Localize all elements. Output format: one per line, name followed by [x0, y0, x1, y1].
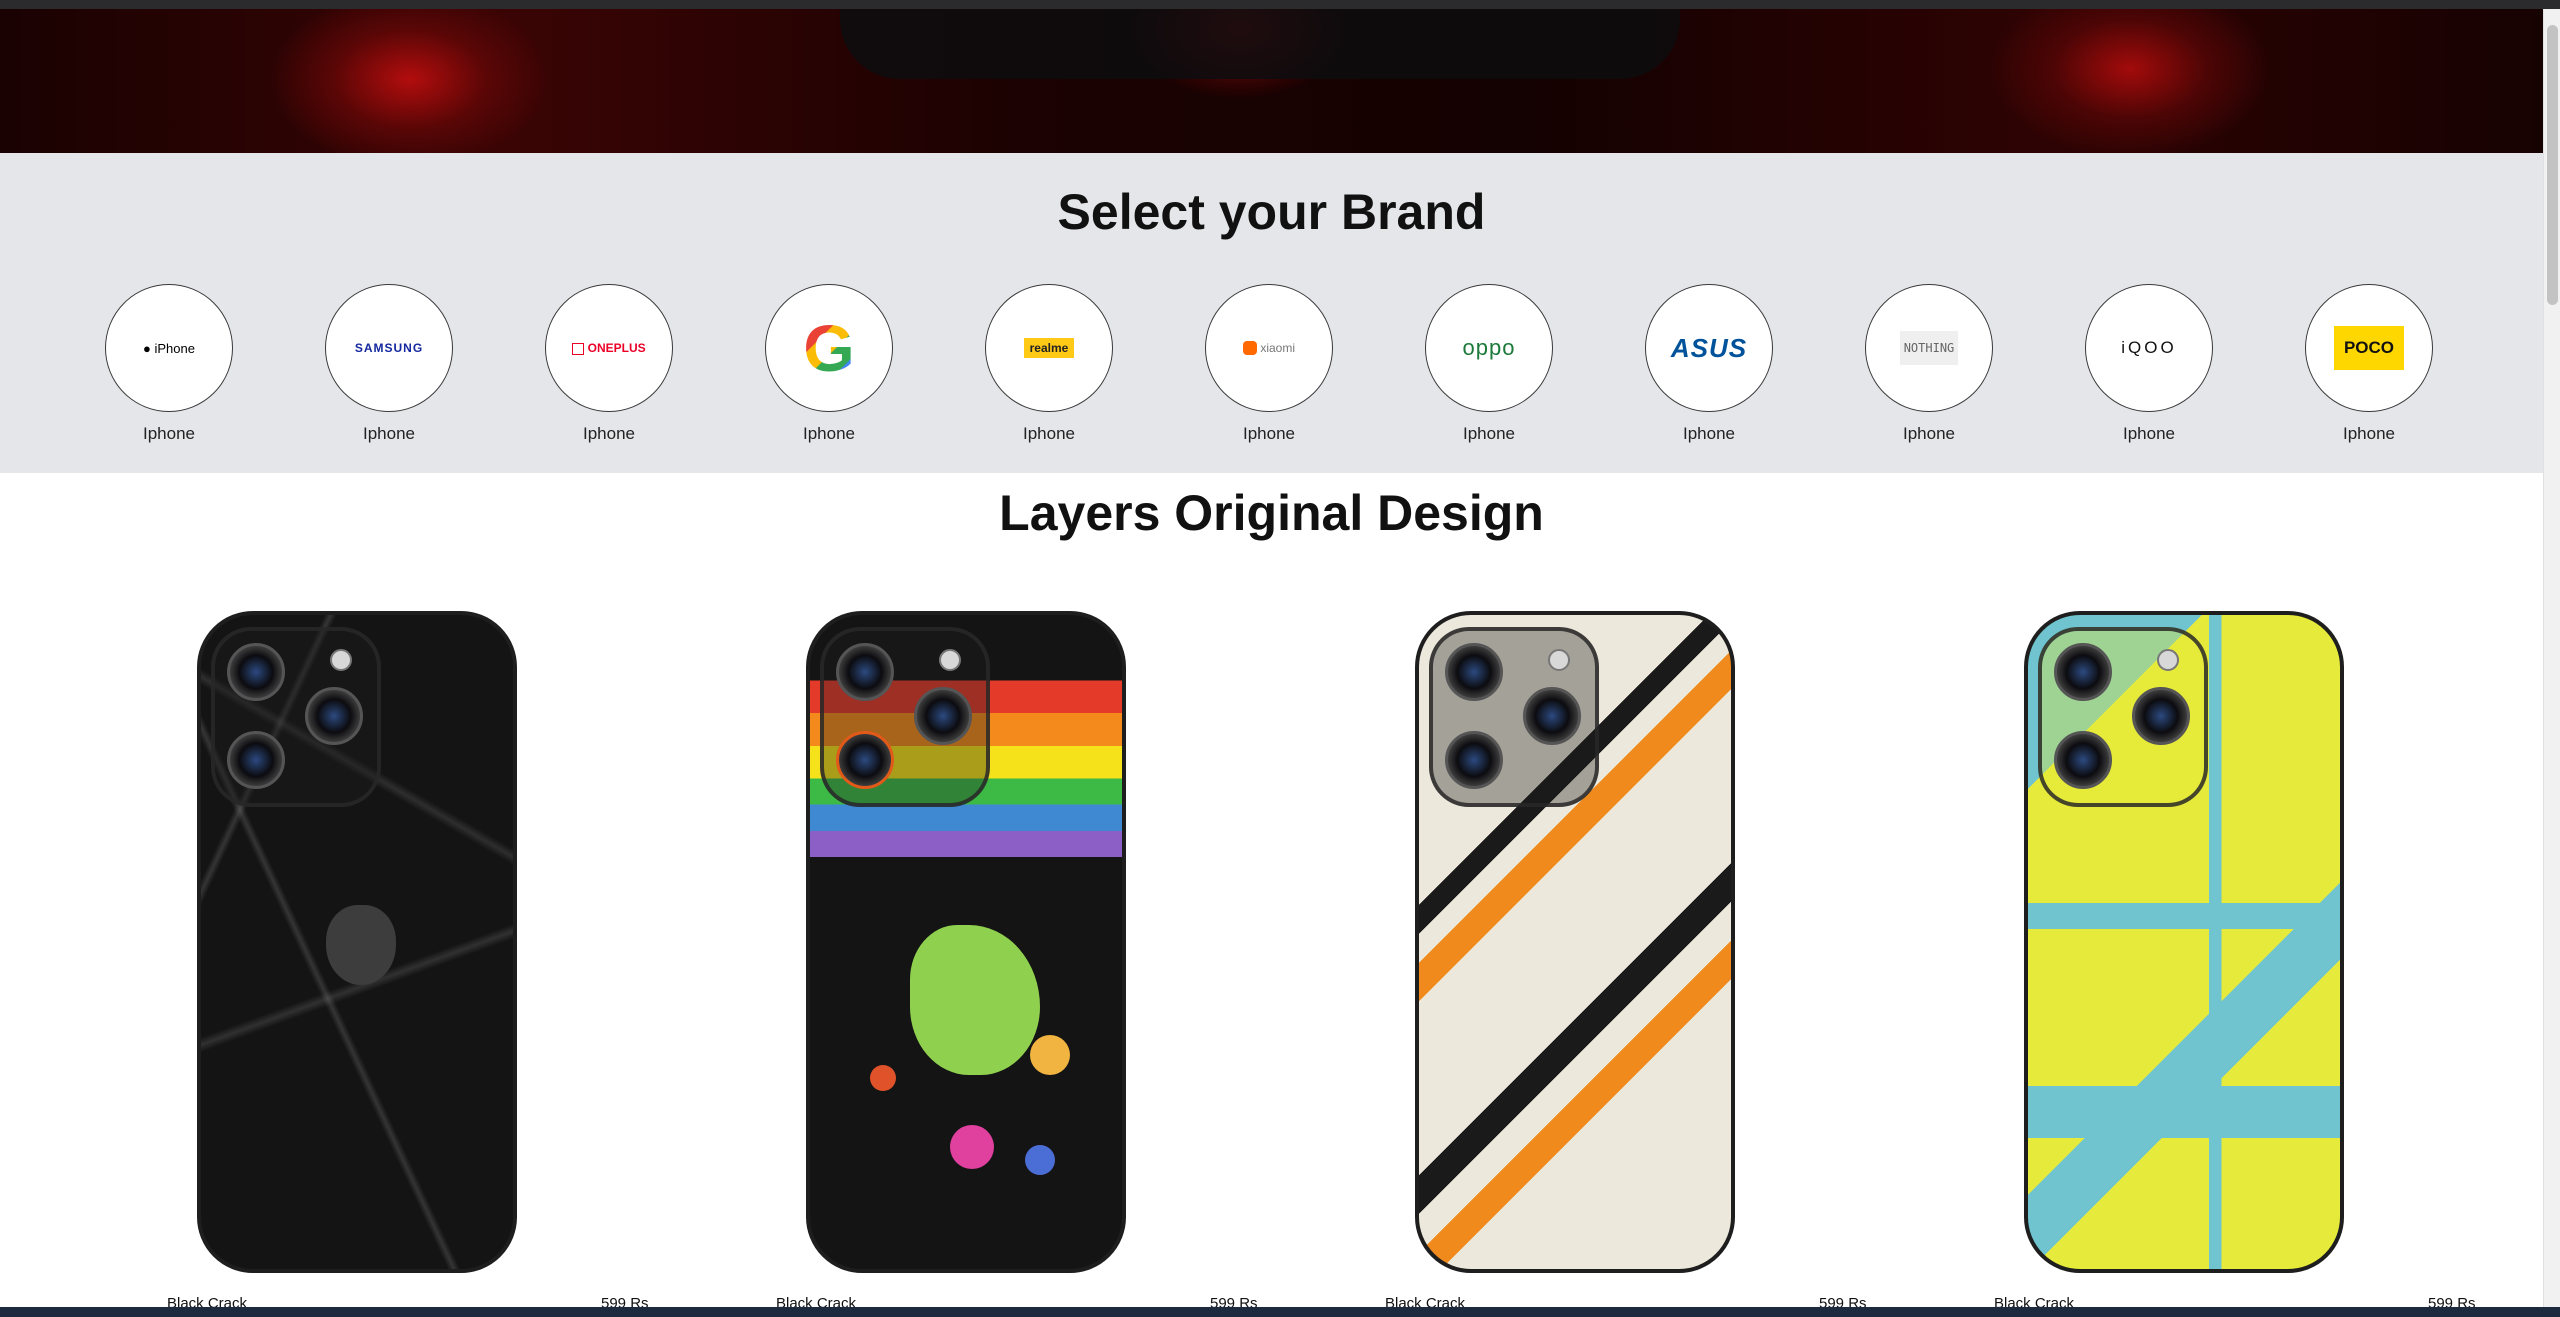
product-card-3[interactable]: Black Crack 599 Rs — [1385, 607, 1867, 1312]
brand-logo-samsung[interactable]: SAMSUNG — [325, 284, 453, 412]
oneplus-icon — [572, 342, 585, 355]
brand-label: Iphone — [2343, 424, 2395, 443]
planet-illustration — [1025, 1145, 1055, 1175]
brand-logo-google[interactable]: G — [765, 284, 893, 412]
brand-logo-text: xiaomi — [1260, 340, 1296, 355]
camera-flash — [2157, 649, 2179, 671]
camera-module — [2038, 627, 2208, 807]
product-image-yellow-blue-circuit[interactable] — [2024, 611, 2344, 1273]
camera-module — [1429, 627, 1599, 807]
product-image-black-crack[interactable] — [197, 611, 517, 1273]
brand-item-xiaomi[interactable]: xiaomi Iphone — [1205, 284, 1333, 444]
page-scrollbar[interactable] — [2543, 9, 2560, 1308]
apple-icon: ● — [143, 340, 151, 356]
brand-item-oppo[interactable]: oppo Iphone — [1425, 284, 1553, 444]
brand-logo-realme[interactable]: realme — [985, 284, 1113, 412]
scrollbar-thumb[interactable] — [2547, 25, 2558, 305]
brand-item-realme[interactable]: realme Iphone — [985, 284, 1113, 444]
brand-label: Iphone — [2123, 424, 2175, 443]
brand-item-apple[interactable]: ● iPhone Iphone — [105, 284, 233, 444]
brand-logo-poco[interactable]: POCO — [2305, 284, 2433, 412]
google-logo: G — [803, 311, 855, 385]
brand-item-google[interactable]: G Iphone — [765, 284, 893, 444]
apple-logo-icon — [326, 905, 396, 985]
brand-label: Iphone — [143, 424, 195, 443]
camera-lens — [914, 687, 972, 745]
brand-logo-text: iQOO — [2121, 338, 2177, 357]
camera-lens — [1445, 731, 1503, 789]
camera-lens — [227, 643, 285, 701]
brand-selector-section: Select your Brand ● iPhone Iphone SAMSUN… — [0, 153, 2543, 473]
camera-module — [211, 627, 381, 807]
brand-item-nothing[interactable]: NOTHING Iphone — [1865, 284, 1993, 444]
camera-lens — [2132, 687, 2190, 745]
designs-section-title: Layers Original Design — [999, 485, 1544, 541]
brand-logo-xiaomi[interactable]: xiaomi — [1205, 284, 1333, 412]
product-card-4[interactable]: Black Crack 599 Rs — [1994, 607, 2476, 1312]
product-card-1[interactable]: Black Crack 599 Rs — [167, 607, 649, 1312]
brand-logo-oneplus[interactable]: ONEPLUS — [545, 284, 673, 412]
camera-lens — [836, 731, 894, 789]
camera-flash — [1548, 649, 1570, 671]
camera-flash — [330, 649, 352, 671]
brand-logo-text: ASUS — [1670, 332, 1748, 363]
brand-item-oneplus[interactable]: ONEPLUS Iphone — [545, 284, 673, 444]
camera-lens — [305, 687, 363, 745]
brand-logo-apple[interactable]: ● iPhone — [105, 284, 233, 412]
brand-label: Iphone — [803, 424, 855, 443]
brand-logo-nothing[interactable]: NOTHING — [1865, 284, 1993, 412]
camera-flash — [939, 649, 961, 671]
brand-label: Iphone — [1243, 424, 1295, 443]
planet-illustration — [950, 1125, 994, 1169]
brand-label: Iphone — [1023, 424, 1075, 443]
brand-logo-oppo[interactable]: oppo — [1425, 284, 1553, 412]
brand-logo-asus[interactable]: ASUS — [1645, 284, 1773, 412]
camera-lens — [227, 731, 285, 789]
mi-icon — [1242, 341, 1257, 356]
brand-label: Iphone — [583, 424, 635, 443]
brand-item-asus[interactable]: ASUS Iphone — [1645, 284, 1773, 444]
brand-label: Iphone — [1903, 424, 1955, 443]
brand-logo-text: NOTHING — [1899, 331, 1959, 365]
camera-lens — [2054, 731, 2112, 789]
planet-illustration — [1030, 1035, 1070, 1075]
camera-lens — [1445, 643, 1503, 701]
brand-logo-text: SAMSUNG — [354, 341, 424, 355]
brand-logo-text: ONEPLUS — [587, 341, 646, 355]
camera-lens — [1523, 687, 1581, 745]
planet-illustration — [870, 1065, 896, 1091]
brand-item-poco[interactable]: POCO Iphone — [2305, 284, 2433, 444]
hero-device-image — [840, 9, 1680, 79]
camera-lens — [836, 643, 894, 701]
os-taskbar — [0, 1307, 2560, 1317]
camera-lens — [2054, 643, 2112, 701]
brand-label: Iphone — [363, 424, 415, 443]
brand-logo-text: POCO — [2333, 326, 2405, 370]
browser-tab-strip — [0, 0, 2560, 9]
product-card-2[interactable]: Black Crack 599 Rs — [776, 607, 1258, 1312]
hero-banner — [0, 9, 2543, 153]
astronaut-illustration — [910, 925, 1040, 1075]
brand-logo-text: oppo — [1462, 335, 1516, 360]
brand-label: Iphone — [1683, 424, 1735, 443]
product-image-rainbow-astronaut[interactable] — [806, 611, 1126, 1273]
camera-module — [820, 627, 990, 807]
brand-item-samsung[interactable]: SAMSUNG Iphone — [325, 284, 453, 444]
brand-label: Iphone — [1463, 424, 1515, 443]
brand-item-iqoo[interactable]: iQOO Iphone — [2085, 284, 2213, 444]
brand-section-title: Select your Brand — [1057, 184, 1486, 240]
brand-logo-text: realme — [1023, 338, 1075, 358]
brand-logo-iqoo[interactable]: iQOO — [2085, 284, 2213, 412]
product-image-beige-tech[interactable] — [1415, 611, 1735, 1273]
brand-logo-text: iPhone — [154, 340, 195, 356]
